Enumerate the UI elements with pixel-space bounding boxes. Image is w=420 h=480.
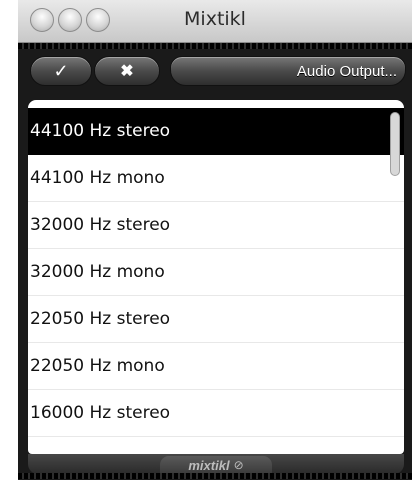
brand-tab: mixtikl ⊘ — [160, 456, 272, 474]
window-title: Mixtikl — [184, 8, 246, 30]
close-icon: ✖ — [120, 63, 134, 80]
sample-rate-list: 44100 Hz stereo 44100 Hz mono 32000 Hz s… — [28, 108, 404, 454]
sample-rate-list-panel: 44100 Hz stereo 44100 Hz mono 32000 Hz s… — [28, 100, 404, 454]
title-bar: Mixtikl — [18, 0, 412, 43]
brand-label: mixtikl — [188, 457, 230, 473]
toolbar: ✓ ✖ Audio Output... — [26, 52, 406, 92]
list-item[interactable]: 32000 Hz mono — [28, 249, 404, 296]
list-item[interactable]: 44100 Hz stereo — [28, 108, 404, 155]
list-item[interactable]: 22050 Hz stereo — [28, 296, 404, 343]
cancel-button[interactable]: ✖ — [94, 56, 160, 86]
list-item[interactable] — [28, 437, 404, 454]
list-item[interactable]: 44100 Hz mono — [28, 155, 404, 202]
bottom-decorative-strip — [18, 473, 412, 479]
list-item[interactable]: 32000 Hz stereo — [28, 202, 404, 249]
list-item[interactable]: 16000 Hz stereo — [28, 390, 404, 437]
app-window: Mixtikl ✓ ✖ Audio Output... 44100 Hz ste… — [18, 0, 412, 480]
footer-bar: mixtikl ⊘ — [28, 454, 404, 474]
list-item[interactable]: 22050 Hz mono — [28, 343, 404, 390]
list-scrollbar[interactable] — [390, 112, 400, 176]
confirm-button[interactable]: ✓ — [30, 56, 92, 86]
checkmark-icon: ✓ — [53, 60, 69, 81]
brand-logo-icon: ⊘ — [233, 458, 244, 472]
top-decorative-strip — [18, 43, 412, 49]
audio-output-button[interactable]: Audio Output... — [170, 56, 406, 86]
